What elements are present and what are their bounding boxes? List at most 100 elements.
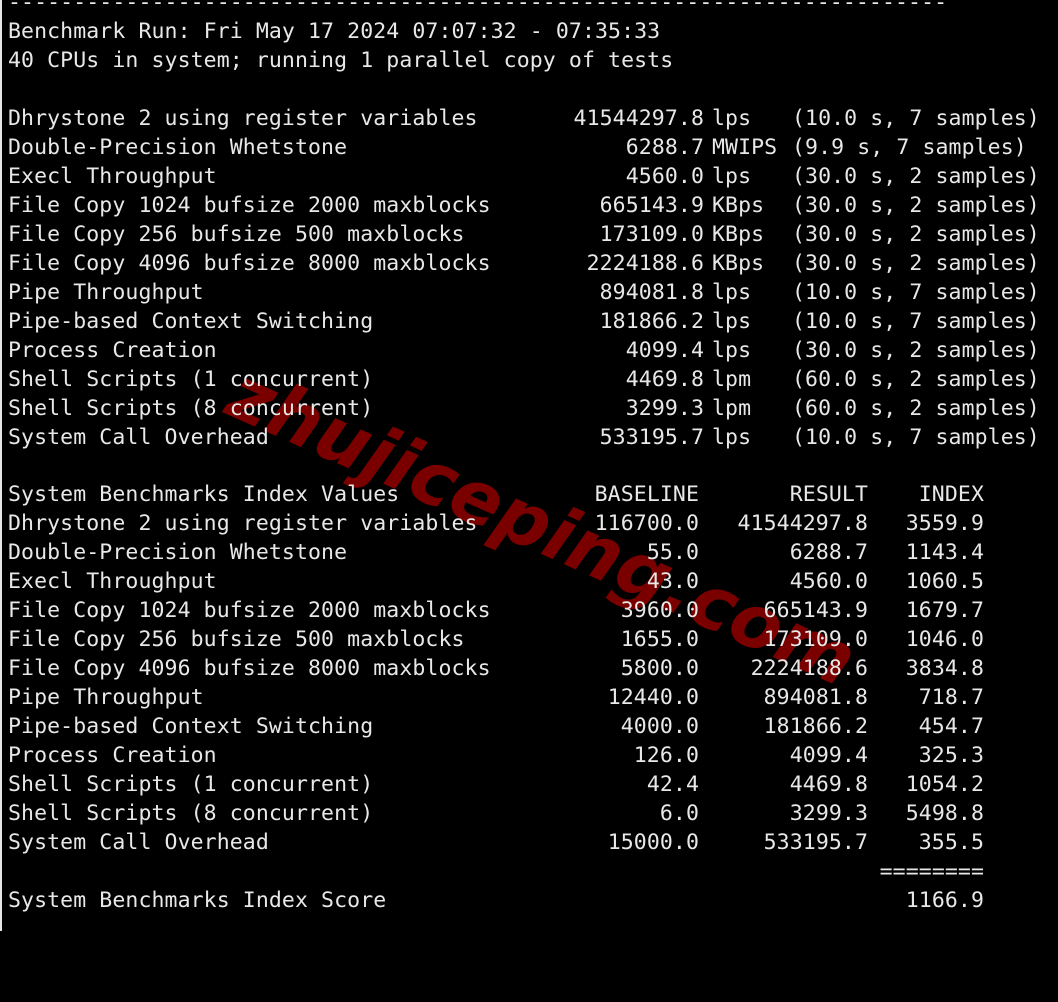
index-name: Double-Precision Whetstone — [8, 540, 348, 565]
result-name: Dhrystone 2 using register variables — [8, 106, 478, 131]
result-unit: lps — [712, 425, 752, 450]
index-value: 3834.8 — [905, 656, 984, 681]
index-baseline: 116700.0 — [594, 511, 699, 536]
index-result: 665143.9 — [763, 598, 868, 623]
result-detail: (10.0 s, 7 samples) — [792, 425, 1040, 450]
index-value: 1143.4 — [905, 540, 984, 565]
result-value: 6288.7 — [625, 135, 704, 160]
index-baseline: 6.0 — [659, 801, 699, 826]
index-value: 718.7 — [918, 685, 984, 710]
cpu-info-line: 40 CPUs in system; running 1 parallel co… — [8, 48, 674, 73]
index-baseline: 4000.0 — [620, 714, 699, 739]
index-baseline: 43.0 — [646, 569, 699, 594]
index-name: Shell Scripts (8 concurrent) — [8, 801, 374, 826]
index-value: 454.7 — [918, 714, 984, 739]
result-detail: (30.0 s, 2 samples) — [792, 222, 1040, 247]
result-value: 894081.8 — [599, 280, 704, 305]
result-name: Process Creation — [8, 338, 217, 363]
index-value: 355.5 — [918, 830, 984, 855]
index-value: 325.3 — [918, 743, 984, 768]
result-unit: KBps — [712, 222, 765, 247]
index-name: Pipe-based Context Switching — [8, 714, 374, 739]
index-value: 3559.9 — [905, 511, 984, 536]
result-detail: (9.9 s, 7 samples) — [792, 135, 1027, 160]
index-baseline: 126.0 — [633, 743, 699, 768]
result-value: 665143.9 — [599, 193, 704, 218]
result-unit: lps — [712, 280, 752, 305]
result-value: 41544297.8 — [573, 106, 704, 131]
result-value: 4560.0 — [625, 164, 704, 189]
score-rule-row: ======== — [8, 857, 984, 886]
score-row: System Benchmarks Index Score 1166.9 — [8, 886, 984, 915]
result-value: 2224188.6 — [586, 251, 704, 276]
result-detail: (30.0 s, 2 samples) — [792, 338, 1040, 363]
result-detail: (10.0 s, 7 samples) — [792, 106, 1040, 131]
index-name: Execl Throughput — [8, 569, 217, 594]
index-baseline: 55.0 — [646, 540, 699, 565]
result-unit: lpm — [712, 367, 752, 392]
result-detail: (60.0 s, 2 samples) — [792, 396, 1040, 421]
result-unit: KBps — [712, 193, 765, 218]
result-name: File Copy 4096 bufsize 8000 maxblocks — [8, 251, 491, 276]
result-value: 4469.8 — [625, 367, 704, 392]
index-value: 1060.5 — [905, 569, 984, 594]
result-name: File Copy 256 bufsize 500 maxblocks — [8, 222, 465, 247]
index-value: 1054.2 — [905, 772, 984, 797]
result-detail: (30.0 s, 2 samples) — [792, 193, 1040, 218]
result-detail: (30.0 s, 2 samples) — [792, 251, 1040, 276]
separator-line: ----------------------------------------… — [8, 0, 948, 15]
index-header-index: INDEX — [918, 482, 984, 507]
index-header-result: RESULT — [789, 482, 868, 507]
result-detail: (10.0 s, 7 samples) — [792, 309, 1040, 334]
index-value: 5498.8 — [905, 801, 984, 826]
index-name: File Copy 1024 bufsize 2000 maxblocks — [8, 598, 491, 623]
result-name: Pipe Throughput — [8, 280, 204, 305]
result-name: Shell Scripts (1 concurrent) — [8, 367, 374, 392]
index-baseline: 5800.0 — [620, 656, 699, 681]
result-value: 533195.7 — [599, 425, 704, 450]
result-name: File Copy 1024 bufsize 2000 maxblocks — [8, 193, 491, 218]
score-value: 1166.9 — [905, 888, 984, 913]
index-name: File Copy 4096 bufsize 8000 maxblocks — [8, 656, 491, 681]
index-result: 3299.3 — [789, 801, 868, 826]
terminal-window: zhujiceping.com ------------------------… — [0, 0, 1058, 931]
index-header-title: System Benchmarks Index Values — [8, 482, 400, 507]
result-unit: MWIPS — [712, 135, 778, 160]
index-result: 4560.0 — [789, 569, 868, 594]
index-header-row: System Benchmarks Index Values BASELINE … — [8, 480, 984, 509]
score-rule: ======== — [879, 859, 984, 884]
index-value: 1046.0 — [905, 627, 984, 652]
result-detail: (10.0 s, 7 samples) — [792, 280, 1040, 305]
index-baseline: 1655.0 — [620, 627, 699, 652]
index-name: Shell Scripts (1 concurrent) — [8, 772, 374, 797]
result-unit: lps — [712, 338, 752, 363]
result-detail: (30.0 s, 2 samples) — [792, 164, 1040, 189]
score-label: System Benchmarks Index Score — [8, 888, 387, 913]
index-result: 4099.4 — [789, 743, 868, 768]
result-value: 3299.3 — [625, 396, 704, 421]
result-name: Double-Precision Whetstone — [8, 135, 348, 160]
benchmark-run-line: Benchmark Run: Fri May 17 2024 07:07:32 … — [8, 19, 661, 44]
index-name: System Call Overhead — [8, 830, 269, 855]
index-result: 41544297.8 — [737, 511, 868, 536]
result-unit: lps — [712, 164, 752, 189]
index-baseline: 3960.0 — [620, 598, 699, 623]
index-result: 894081.8 — [763, 685, 868, 710]
result-unit: KBps — [712, 251, 765, 276]
index-result: 533195.7 — [763, 830, 868, 855]
index-result: 6288.7 — [789, 540, 868, 565]
index-result: 173109.0 — [763, 627, 868, 652]
result-unit: lpm — [712, 396, 752, 421]
index-baseline: 42.4 — [646, 772, 699, 797]
index-name: File Copy 256 bufsize 500 maxblocks — [8, 627, 465, 652]
index-value: 1679.7 — [905, 598, 984, 623]
result-value: 4099.4 — [625, 338, 704, 363]
index-baseline: 15000.0 — [607, 830, 699, 855]
index-result: 2224188.6 — [750, 656, 868, 681]
index-result: 181866.2 — [763, 714, 868, 739]
result-unit: lps — [712, 309, 752, 334]
index-baseline: 12440.0 — [607, 685, 699, 710]
result-value: 173109.0 — [599, 222, 704, 247]
index-name: Process Creation — [8, 743, 217, 768]
index-header-baseline: BASELINE — [594, 482, 699, 507]
